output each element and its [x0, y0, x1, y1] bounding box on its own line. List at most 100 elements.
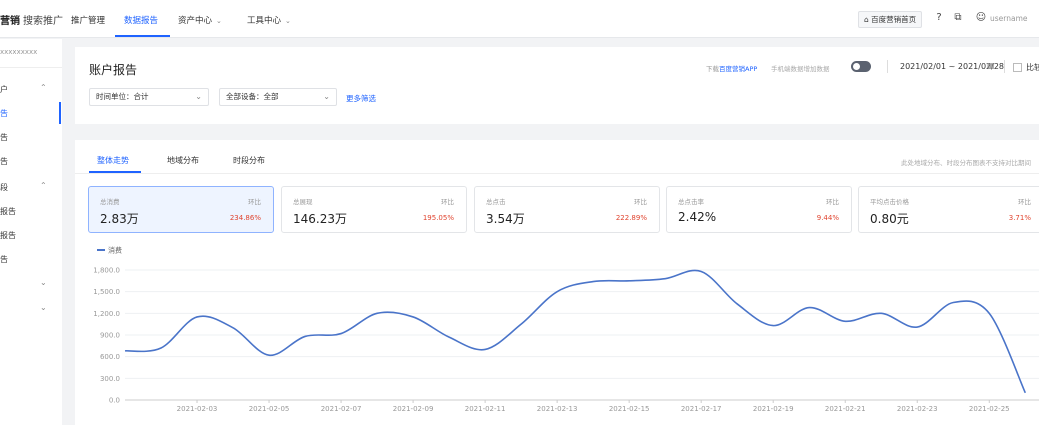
- brand-logo[interactable]: 营销 搜索推广: [0, 12, 63, 27]
- copy-icon[interactable]: ⧉: [952, 12, 964, 24]
- metric-compare-value: 195.05%: [422, 214, 454, 222]
- legend-label: 消费: [108, 246, 122, 255]
- report-header-card: 账户报告 时间单位：合计 ⌄ 全部设备：全部 ⌄ 更多筛选 下载百度营销APP 手机…: [75, 47, 1039, 124]
- x-tick-label: 2021-02-17: [681, 405, 722, 413]
- mobile-data-label: 手机端数据增加数据: [771, 65, 830, 73]
- download-app-link[interactable]: 下载百度营销APP: [706, 63, 757, 73]
- time-unit-select[interactable]: 时间单位：合计 ⌄: [89, 88, 209, 106]
- metric-compare-value: 222.89%: [615, 214, 647, 222]
- top-navbar: 营销 搜索推广 推广管理 数据报告 资产中心 ⌄ 工具中心 ⌄ ⌂ 百度营销首页 ? …: [0, 0, 1039, 38]
- compare-checkbox[interactable]: [1013, 63, 1022, 72]
- cost-trend-chart[interactable]: 0.0 300.0 600.0 900.0 1,200.0 1,500.0 1,800.0 2…: [75, 240, 1039, 425]
- metric-compare-label: 环比: [826, 198, 839, 206]
- x-tick-label: 2021-02-07: [321, 405, 362, 413]
- help-icon[interactable]: ?: [933, 12, 945, 24]
- nav-tool-center[interactable]: 工具中心 ⌄: [247, 14, 291, 26]
- chevron-down-icon[interactable]: ⌄: [40, 278, 47, 287]
- user-name[interactable]: username: [990, 14, 1028, 23]
- metric-compare-label: 环比: [248, 198, 261, 206]
- divider: [0, 67, 62, 68]
- sidebar-item-report-5[interactable]: 报告: [0, 206, 16, 217]
- y-tick-label: 300.0: [100, 375, 120, 383]
- metric-card-clicks[interactable]: 总点击 环比 3.54万 222.89%: [474, 186, 660, 233]
- metric-card-cpc[interactable]: 平均点击价格 环比 0.80元 3.71%: [858, 186, 1039, 233]
- more-filter-link[interactable]: 更多筛选: [346, 93, 376, 104]
- x-tick-label: 2021-02-19: [753, 405, 794, 413]
- metric-compare-value: 9.44%: [816, 214, 839, 222]
- nav-data-report[interactable]: 数据报告: [124, 14, 158, 26]
- metric-compare-value: 3.71%: [1008, 214, 1031, 222]
- x-tick-label: 2021-02-11: [465, 405, 506, 413]
- download-prefix: 下载: [706, 65, 719, 73]
- sidebar-item-account-report[interactable]: 告: [0, 108, 8, 119]
- chevron-down-icon[interactable]: ⌄: [40, 303, 47, 312]
- series-line[interactable]: [124, 269, 1027, 394]
- brand-main: 营销: [0, 16, 20, 27]
- tab-time-distribution[interactable]: 时段分布: [233, 155, 265, 166]
- sidebar-account-name[interactable]: xxxxxxxxx: [0, 48, 37, 56]
- metric-value: 3.54万: [486, 212, 525, 226]
- nav-asset-center[interactable]: 资产中心 ⌄: [178, 14, 222, 26]
- chevron-up-icon[interactable]: ⌃: [40, 181, 47, 190]
- metric-label: 总点击率: [678, 198, 704, 206]
- x-tick-label: 2021-02-25: [969, 405, 1010, 413]
- y-tick-label: 600.0: [100, 353, 120, 361]
- y-tick-label: 0.0: [109, 397, 120, 405]
- sidebar-item-report-2[interactable]: 告: [0, 132, 8, 143]
- metric-label: 总消费: [100, 198, 120, 206]
- x-tick-label: 2021-02-03: [177, 405, 218, 413]
- metric-value: 2.83万: [100, 212, 139, 226]
- chevron-down-icon: ⌄: [195, 92, 202, 101]
- report-main-card: 整体走势 地域分布 时段分布 此处地域分布、时段分布图表不支持对比期间 总消费 …: [75, 140, 1039, 425]
- metric-compare-label: 环比: [1018, 198, 1031, 206]
- sidebar-active-indicator: [59, 102, 61, 124]
- chevron-down-icon: ⌄: [323, 92, 330, 101]
- metric-label: 总点击: [486, 198, 506, 206]
- metric-compare-value: 234.86%: [229, 214, 261, 222]
- divider: [1004, 60, 1005, 73]
- metric-value: 2.42%: [678, 210, 717, 224]
- metric-label: 总展现: [293, 198, 313, 206]
- nav-promotion-management[interactable]: 推广管理: [71, 14, 105, 26]
- x-tick-label: 2021-02-15: [609, 405, 650, 413]
- y-tick-label: 1,500.0: [93, 288, 120, 296]
- tab-overall-trend[interactable]: 整体走势: [97, 155, 129, 166]
- metric-label: 平均点击价格: [870, 198, 909, 206]
- chevron-down-icon: ⌄: [216, 17, 222, 25]
- user-icon[interactable]: ☺: [975, 12, 987, 24]
- tab-region-distribution[interactable]: 地域分布: [167, 155, 199, 166]
- metric-compare-label: 环比: [634, 198, 647, 206]
- home-button[interactable]: ⌂ 百度营销首页: [858, 11, 923, 28]
- divider: [887, 60, 888, 73]
- x-tick-label: 2021-02-13: [537, 405, 578, 413]
- y-tick-label: 1,200.0: [93, 310, 120, 318]
- sidebar-item-report-3[interactable]: 告: [0, 156, 8, 167]
- home-icon: ⌂: [864, 15, 869, 24]
- chevron-up-icon[interactable]: ⌃: [40, 83, 47, 92]
- x-tick-label: 2021-02-05: [249, 405, 290, 413]
- sidebar-item-report-7[interactable]: 告: [0, 254, 8, 265]
- compare-label: 比较: [1026, 63, 1039, 72]
- y-tick-label: 1,800.0: [93, 267, 120, 275]
- divider: [75, 173, 1039, 174]
- x-tick-label: 2021-02-23: [897, 405, 938, 413]
- page-title: 账户报告: [89, 63, 138, 77]
- metric-card-cost[interactable]: 总消费 环比 2.83万 234.86%: [88, 186, 274, 233]
- nav-active-indicator: [115, 35, 170, 37]
- sidebar-item-section[interactable]: 段: [0, 182, 8, 193]
- x-tick-label: 2021-02-09: [393, 405, 434, 413]
- sidebar-item-account[interactable]: 户: [0, 84, 8, 95]
- brand-sub: 搜索推广: [23, 16, 63, 27]
- calendar-icon[interactable]: ▦: [987, 61, 995, 70]
- metric-value: 146.23万: [293, 212, 347, 226]
- sidebar-item-report-6[interactable]: 报告: [0, 230, 16, 241]
- tab-note: 此处地域分布、时段分布图表不支持对比期间: [901, 159, 1031, 167]
- metric-value: 0.80元: [870, 212, 909, 226]
- device-select[interactable]: 全部设备：全部 ⌄: [219, 88, 337, 106]
- x-tick-label: 2021-02-21: [825, 405, 866, 413]
- metric-card-impressions[interactable]: 总展现 环比 146.23万 195.05%: [281, 186, 467, 233]
- sidebar: xxxxxxxxx 户 ⌃ 告 告 告 段 ⌃ 报告 报告 告 ⌄ ⌄: [0, 39, 62, 425]
- metric-card-ctr[interactable]: 总点击率 环比 2.42% 9.44%: [666, 186, 852, 233]
- chevron-down-icon: ⌄: [285, 17, 291, 25]
- mobile-data-toggle[interactable]: [851, 61, 871, 72]
